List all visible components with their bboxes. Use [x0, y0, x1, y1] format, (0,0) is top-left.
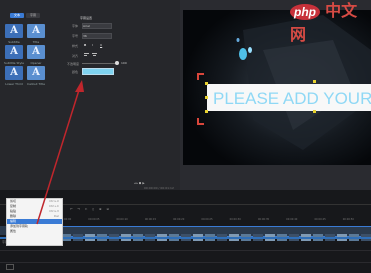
annotation-arrow [36, 80, 84, 225]
